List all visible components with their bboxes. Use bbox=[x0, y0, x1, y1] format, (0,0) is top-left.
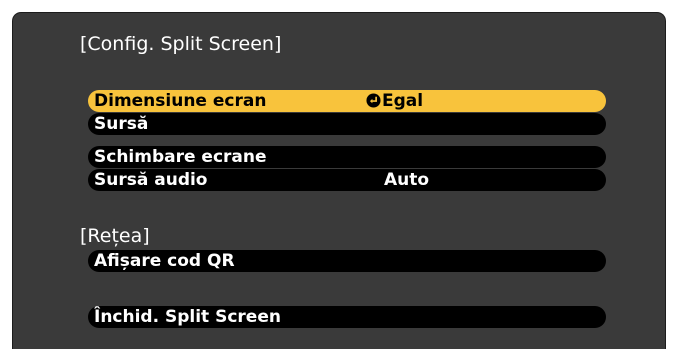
menu-item-screen-size[interactable]: Dimensiune ecran Egal bbox=[88, 90, 606, 112]
menu-item-source[interactable]: Sursă bbox=[88, 113, 606, 135]
menu-item-audio-source-value: Auto bbox=[384, 170, 430, 190]
menu-item-show-qr-code-label: Afișare cod QR bbox=[94, 251, 235, 271]
menu-item-screen-size-value: Egal bbox=[366, 90, 423, 112]
menu-item-swap-screens[interactable]: Schimbare ecrane bbox=[88, 146, 606, 168]
menu-item-show-qr-code[interactable]: Afișare cod QR bbox=[88, 250, 606, 272]
menu-item-audio-source-label: Sursă audio bbox=[94, 170, 208, 190]
menu-item-screen-size-label: Dimensiune ecran bbox=[94, 91, 267, 111]
screen-size-value-text: Egal bbox=[382, 91, 424, 111]
menu-item-close-split-screen[interactable]: Închid. Split Screen bbox=[88, 306, 606, 328]
enter-return-icon bbox=[366, 93, 381, 108]
menu-item-swap-screens-label: Schimbare ecrane bbox=[94, 147, 267, 167]
network-section-title: [Rețea] bbox=[80, 225, 150, 247]
menu-item-close-split-screen-label: Închid. Split Screen bbox=[94, 307, 281, 327]
config-split-screen-title: [Config. Split Screen] bbox=[80, 33, 282, 55]
menu-item-source-label: Sursă bbox=[94, 114, 149, 134]
menu-item-audio-source[interactable]: Sursă audio Auto bbox=[88, 169, 606, 191]
